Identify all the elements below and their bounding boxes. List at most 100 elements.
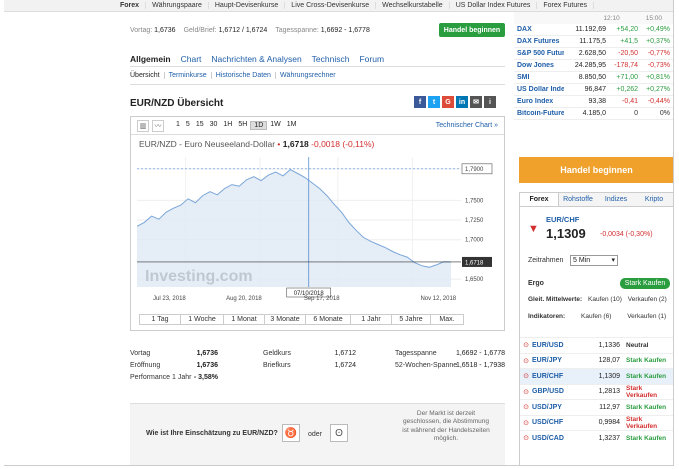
ticker-row[interactable]: SMI 8.850,50 +71,00 +0,81% (514, 72, 673, 84)
ticker-change: +54,20 (616, 26, 638, 33)
bear-icon[interactable]: ʘ (330, 424, 348, 442)
topnav-item[interactable]: Forex Futures (537, 2, 594, 9)
widget-tab-kripto[interactable]: Kripto (635, 193, 673, 206)
pair-row[interactable]: ⊙ USD/JPY 112,97 Stark Kaufen (520, 399, 673, 415)
ticker-name[interactable]: Bitcoin-Futures (514, 110, 564, 117)
pair-name[interactable]: EUR/JPY (532, 357, 576, 364)
interval-5h[interactable]: 5H (235, 121, 250, 130)
subtab-terminkurse[interactable]: Terminkurse (165, 72, 212, 79)
ticker-name[interactable]: DAX Futures (514, 38, 564, 45)
clock-icon: ⊙ (523, 388, 529, 396)
stat-label: Performance 1 Jahr (130, 374, 192, 381)
line-chart-icon[interactable]: 〰 (152, 119, 164, 132)
bull-icon[interactable]: ♉ (282, 424, 300, 442)
period-button[interactable]: Max. (430, 314, 464, 325)
topnav-item[interactable]: Wechselkurstabelle (376, 2, 450, 9)
top-nav: Forex Währungspaare Haupt-Devisenkurse L… (4, 0, 673, 12)
pair-name[interactable]: GBP/USD (532, 388, 576, 395)
topnav-item[interactable]: Live Cross-Devisenkurse (285, 2, 377, 9)
ticker-row[interactable]: S&P 500 Futures 2.628,50 -20,50 -0,77% (514, 48, 673, 60)
email-icon[interactable]: ✉ (470, 96, 482, 108)
pair-row[interactable]: ⊙ USD/CAD 1,3237 Stark Kaufen (520, 430, 673, 446)
tab-chart[interactable]: Chart (181, 54, 202, 64)
ticker-head: 12:10 15:00 (514, 12, 673, 24)
ticker-name[interactable]: Dow Jones (514, 62, 564, 69)
pair-name[interactable]: USD/CHF (532, 419, 576, 426)
interval-1d[interactable]: 1D (250, 121, 268, 130)
ticker-row[interactable]: DAX Futures 11.175,5 +41,5 +0,37% (514, 36, 673, 48)
period-button[interactable]: 5 Jahre (391, 314, 431, 325)
topnav-item[interactable]: Währungspaare (146, 2, 209, 9)
period-button[interactable]: 1 Monat (223, 314, 265, 325)
interval-1w[interactable]: 1W (267, 121, 284, 130)
ticker-name[interactable]: Euro Index (514, 98, 564, 105)
tab-technisch[interactable]: Technisch (312, 54, 350, 64)
pair-list: ⊙ EUR/USD 1,1336 Neutral ⊙ EUR/JPY 128,07 Stark… (520, 337, 673, 446)
info-icon[interactable]: i (484, 96, 496, 108)
period-button[interactable]: 3 Monate (264, 314, 306, 325)
ticker-name[interactable]: SMI (514, 74, 564, 81)
sentiment-vote: Wie ist Ihre Einschätzung zu EUR/NZD? ♉ … (130, 403, 505, 465)
ticker-row[interactable]: Bitcoin-Futures 4.185,0 0 0% (514, 108, 673, 120)
subtab-historische-daten[interactable]: Historische Daten (212, 72, 276, 79)
period-selector: 1 Tag 1 Woche 1 Monat 3 Monate 6 Monate 1 Jah… (139, 314, 464, 325)
y-tick-label: 1,6500 (465, 277, 484, 283)
ticker-row[interactable]: US Dollar Index 96,847 +0,262 +0,27% (514, 84, 673, 96)
tab-news[interactable]: Nachrichten & Analysen (211, 54, 301, 64)
widget-tab-indizes[interactable]: Indizes (597, 193, 635, 206)
linkedin-icon[interactable]: in (456, 96, 468, 108)
widget-tab-rohstoffe[interactable]: Rohstoffe (559, 193, 597, 206)
last-price-label: 1,6718 (465, 260, 484, 266)
period-button[interactable]: 6 Monate (305, 314, 351, 325)
interval-15[interactable]: 15 (193, 121, 207, 130)
ticker-row[interactable]: Euro Index 93,38 -0,41 -0,44% (514, 96, 673, 108)
pair-name[interactable]: USD/JPY (532, 404, 576, 411)
topnav-item[interactable]: Haupt-Devisenkurse (209, 2, 286, 9)
ticker-name[interactable]: S&P 500 Futures (514, 50, 564, 57)
pair-row[interactable]: ⊙ EUR/CHF 1,1309 Stark Kaufen (520, 368, 673, 384)
ticker-name[interactable]: US Dollar Index (514, 86, 564, 93)
candlestick-icon[interactable]: ▥ (137, 119, 149, 132)
subtab-waehrungsrechner[interactable]: Währungsrechner (276, 72, 340, 79)
google-plus-icon[interactable]: G (442, 96, 454, 108)
trade-button-large[interactable]: Handel beginnen (519, 157, 673, 183)
interval-30[interactable]: 30 (207, 121, 221, 130)
facebook-icon[interactable]: f (414, 96, 426, 108)
spanne-value: 1,6692 - 1,6778 (320, 26, 370, 34)
trade-button-small[interactable]: Handel beginnen (439, 23, 505, 37)
interval-1m[interactable]: 1M (284, 121, 300, 130)
widget-pair-link[interactable]: EUR/CHF (546, 215, 579, 224)
pair-row[interactable]: ⊙ GBP/USD 1,2813 Stark Verkaufen (520, 383, 673, 400)
technical-chart-link[interactable]: Technischer Chart » (436, 122, 498, 129)
pair-name[interactable]: EUR/CHF (532, 373, 576, 380)
interval-5[interactable]: 5 (183, 121, 193, 130)
period-button[interactable]: 1 Tag (139, 314, 181, 325)
timeframe-select[interactable]: 5 Min ▾ (570, 255, 618, 266)
interval-1[interactable]: 1 (173, 121, 183, 130)
interval-1h[interactable]: 1H (220, 121, 235, 130)
clock-icon: ⊙ (523, 373, 529, 381)
pair-row[interactable]: ⊙ EUR/USD 1,1336 Neutral (520, 337, 673, 353)
pair-name[interactable]: USD/CAD (532, 435, 576, 442)
ticker-row[interactable]: DAX 11.192,69 +54,20 +0,49% (514, 24, 673, 36)
topnav-item[interactable]: US Dollar Index Futures (450, 2, 538, 9)
twitter-icon[interactable]: t (428, 96, 440, 108)
widget-change: -0,0034 (-0,30%) (600, 231, 653, 238)
period-button[interactable]: 1 Woche (180, 314, 224, 325)
price-chart[interactable]: Investing.com07/10/20181,67181,79001,750… (137, 153, 499, 303)
topnav-item[interactable]: Forex (114, 2, 147, 9)
stat-value: 1,6736 (196, 362, 218, 369)
ticker-row[interactable]: Dow Jones 24.285,95 -178,74 -0,73% (514, 60, 673, 72)
pair-row[interactable]: ⊙ USD/CHF 0,9984 Stark Verkaufen (520, 414, 673, 431)
pair-row[interactable]: ⊙ EUR/JPY 128,07 Stark Kaufen (520, 352, 673, 369)
tab-forum[interactable]: Forum (359, 54, 384, 64)
pair-price: 1,1309 (598, 372, 620, 380)
subtab-uebersicht[interactable]: Übersicht (130, 72, 165, 79)
pair-name[interactable]: EUR/USD (532, 342, 576, 349)
ticker-name[interactable]: DAX (514, 26, 564, 33)
widget-tab-forex[interactable]: Forex (520, 193, 559, 206)
clock-icon: ⊙ (523, 357, 529, 365)
technical-widget: Forex Rohstoffe Indizes Kripto ▼ EUR/CHF… (519, 192, 673, 465)
period-button[interactable]: 1 Jahr (350, 314, 392, 325)
tab-allgemein[interactable]: Allgemein (130, 54, 171, 64)
